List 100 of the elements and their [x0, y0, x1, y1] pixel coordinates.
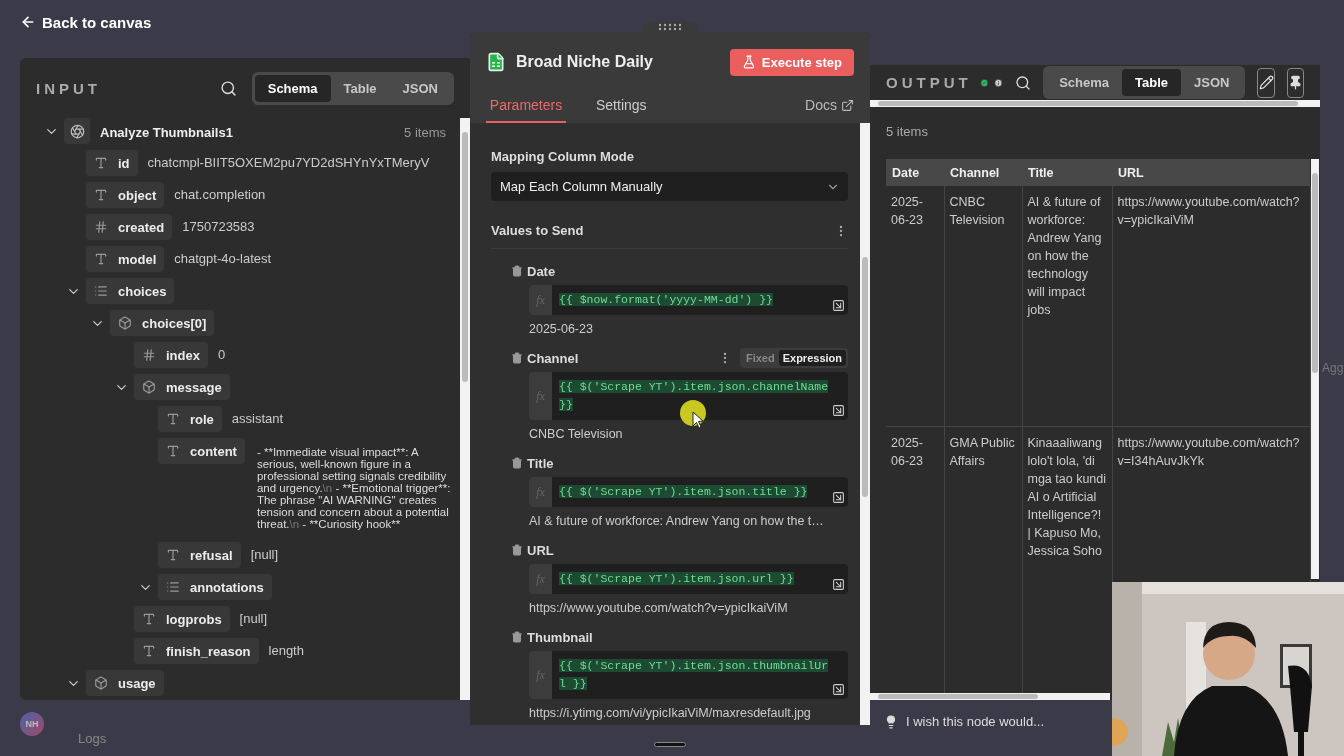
- column-header: Channel: [944, 159, 1022, 186]
- cursor-highlight-icon: [678, 398, 708, 430]
- pin-button[interactable]: [1286, 67, 1304, 98]
- execute-step-button[interactable]: Execute step: [729, 48, 854, 76]
- pencil-icon: [1258, 75, 1274, 90]
- column-header: Date: [886, 159, 944, 186]
- trash-icon[interactable]: [511, 457, 523, 469]
- tab[interactable]: Parameters: [486, 97, 566, 123]
- logs-label[interactable]: Logs: [78, 731, 107, 746]
- scrollbar[interactable]: [870, 100, 1320, 107]
- view-tab[interactable]: Table: [1122, 69, 1181, 96]
- field-key: role: [158, 406, 222, 432]
- view-tab[interactable]: Schema: [254, 74, 331, 102]
- field-key: id: [86, 150, 138, 176]
- flask-icon: [741, 55, 756, 69]
- field-value: [null]: [250, 546, 279, 564]
- edit-button[interactable]: [1257, 67, 1275, 98]
- view-tab[interactable]: Schema: [1046, 69, 1122, 96]
- scrollbar[interactable]: [870, 693, 1110, 700]
- text-type-icon: [94, 156, 108, 170]
- aperture-icon: [64, 118, 90, 144]
- panel-title: INPUT: [36, 79, 101, 97]
- field-key: choices: [86, 278, 175, 304]
- trash-icon[interactable]: [511, 352, 523, 364]
- field-label: Date: [527, 263, 556, 279]
- field-key: object: [86, 182, 165, 208]
- table-cell: 2025-06-23: [886, 186, 944, 426]
- scrollbar[interactable]: [1310, 159, 1319, 579]
- field-value: - **Immediate visual impact**: A serious, well-known figure in a professional setting signals credibility and urgency.\n - **Emotional trigger**: The phrase "AI WARNING" creates tension and concern about a potential threat.\n - **Curiosity hook**: [256, 445, 452, 532]
- hash-icon: [94, 220, 108, 234]
- field-key: content: [158, 438, 245, 464]
- expand-icon[interactable]: [832, 491, 845, 504]
- field-value: chat.completion: [174, 186, 266, 204]
- text-type-icon: [142, 612, 156, 626]
- expression-code: {{ $('Scrape YT').item.json.url }}: [558, 571, 795, 587]
- scrollbar[interactable]: [460, 118, 470, 700]
- field-key: choices[0]: [110, 310, 215, 336]
- field-key: usage: [86, 670, 164, 696]
- field-key: message: [134, 374, 230, 400]
- text-type-icon: [166, 412, 180, 426]
- view-tab[interactable]: Table: [330, 74, 390, 102]
- mode-toggle[interactable]: Expression: [778, 350, 846, 366]
- expression-code: {{ $('Scrape YT').item.json.channelName }}: [558, 379, 830, 413]
- column-header: Title: [1022, 159, 1112, 186]
- hash-icon: [142, 348, 156, 362]
- external-link-icon: [841, 98, 854, 112]
- list-icon: [166, 580, 180, 594]
- back-link[interactable]: Back to canvas: [20, 12, 152, 32]
- field-key: refusal: [158, 542, 241, 568]
- field-value: chatgpt-4o-latest: [174, 250, 272, 268]
- field-value: [null]: [239, 610, 268, 628]
- expression-code: {{ $('Scrape YT').item.json.title }}: [558, 484, 809, 500]
- field-label: Title: [527, 455, 554, 471]
- view-tab[interactable]: JSON: [389, 74, 451, 102]
- trash-icon[interactable]: [511, 265, 523, 277]
- field-key: finish_reason: [134, 638, 259, 664]
- field-label: URL: [527, 542, 554, 558]
- drag-handle-icon[interactable]: [658, 23, 682, 31]
- expand-icon[interactable]: [832, 683, 845, 696]
- field-value: 0: [217, 346, 226, 364]
- list-icon: [94, 284, 108, 298]
- expression-code: {{ $now.format('yyyy-MM-dd') }}: [558, 292, 774, 308]
- text-type-icon: [166, 548, 180, 562]
- field-key: model: [86, 246, 165, 272]
- cube-icon: [94, 676, 108, 690]
- table-cell: AI & future of workforce: Andrew Yang on how the technology will impact jobs: [1022, 186, 1112, 426]
- feedback-prompt[interactable]: I wish this node would...: [906, 714, 1045, 729]
- mapping-select[interactable]: Map Each Column Manually: [491, 172, 848, 201]
- trash-icon[interactable]: [511, 631, 523, 643]
- user-avatar[interactable]: NH: [20, 712, 44, 736]
- field-label: Thumbnail: [527, 629, 593, 645]
- text-type-icon: [94, 188, 108, 202]
- field-value: assistant: [231, 410, 284, 428]
- column-header: URL: [1112, 159, 1310, 186]
- item-count: 5 items: [404, 124, 446, 142]
- field-key: index: [134, 342, 208, 368]
- view-tab[interactable]: JSON: [1181, 69, 1243, 96]
- expand-icon[interactable]: [832, 299, 845, 312]
- expand-icon[interactable]: [832, 578, 845, 591]
- cube-icon: [142, 380, 156, 394]
- text-type-icon: [142, 644, 156, 658]
- resize-handle[interactable]: [654, 742, 686, 747]
- panel-title: OUTPUT: [886, 74, 972, 91]
- cube-icon: [118, 316, 132, 330]
- spreadsheet-icon: [486, 52, 506, 72]
- result-preview: https://www.youtube.com/watch?v=ypicIkaiViM: [529, 601, 789, 615]
- lightbulb-icon: [884, 714, 898, 729]
- result-preview: AI & future of workforce: Andrew Yang on how the t…: [529, 514, 825, 528]
- trash-icon[interactable]: [511, 544, 523, 556]
- docs-link[interactable]: Docs: [805, 97, 854, 123]
- scrollbar[interactable]: [860, 123, 870, 725]
- field-value: length: [268, 642, 304, 660]
- field-label: Channel: [527, 350, 579, 366]
- table-cell: https://www.youtube.com/watch?v=ypicIkaiViM: [1112, 186, 1310, 426]
- node-title: Broad Niche Daily: [516, 53, 654, 71]
- tab[interactable]: Settings: [596, 97, 647, 123]
- expand-icon[interactable]: [832, 404, 845, 417]
- node-title: Analyze Thumbnails1: [100, 124, 234, 142]
- field-value: chatcmpl-BIIT5OXEM2pu7YD2dSHYnYxTMeryV: [147, 154, 430, 172]
- field-key: annotations: [158, 574, 272, 600]
